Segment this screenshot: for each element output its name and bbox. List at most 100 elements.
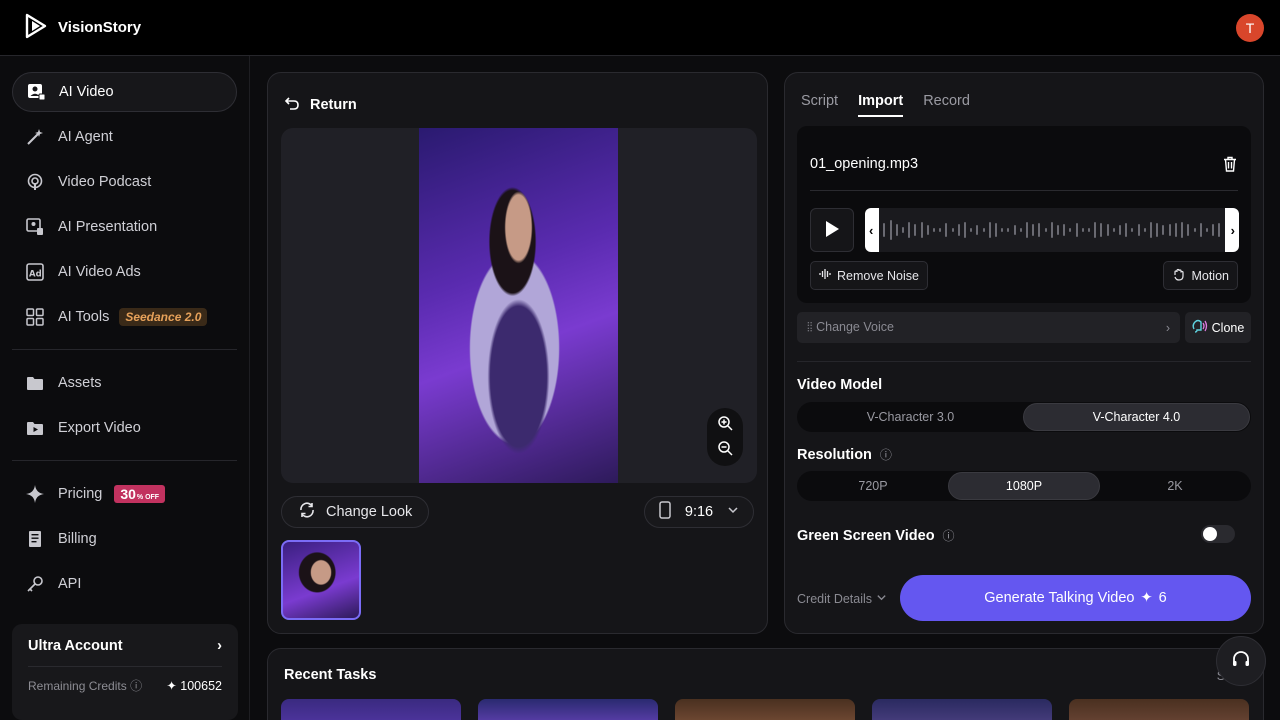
play-button[interactable] [810, 208, 854, 252]
resolution-option-2k[interactable]: 2K [1100, 472, 1250, 500]
account-divider [28, 666, 222, 667]
credit-details-button[interactable]: Credit Details [797, 592, 887, 606]
task-thumbnail[interactable] [281, 699, 461, 720]
credits-value: ✦ 100652 [166, 679, 222, 693]
section-divider [797, 361, 1251, 362]
folder-icon [26, 374, 44, 392]
ad-icon: Ad [26, 263, 44, 281]
tab-import[interactable]: Import [858, 93, 904, 117]
user-avatar[interactable]: T [1236, 14, 1264, 42]
sidebar-divider [12, 349, 237, 350]
video-preview [281, 128, 757, 483]
waveform-trimmer[interactable]: ‹ › [865, 208, 1239, 252]
sidebar: AI Video AI Agent Video Podcast AI Prese… [0, 56, 250, 720]
tab-record[interactable]: Record [923, 93, 970, 117]
recent-tasks-panel: Recent Tasks See [267, 648, 1264, 720]
sidebar-item-ai-presentation[interactable]: AI Presentation [12, 207, 237, 247]
tab-script[interactable]: Script [801, 93, 838, 117]
trash-icon[interactable] [1222, 156, 1238, 176]
presentation-icon [26, 218, 44, 236]
sidebar-item-export-video[interactable]: Export Video [12, 408, 237, 448]
aspect-ratio-select[interactable]: 9:16 [644, 496, 754, 528]
brand[interactable]: VisionStory [24, 13, 141, 43]
change-voice-select[interactable]: ⦙⦙ Change Voice › [797, 312, 1180, 343]
settings-panel: Script Import Record 01_opening.mp3 ‹ › … [784, 72, 1264, 634]
waveform [879, 208, 1225, 252]
chevron-left-icon[interactable]: ‹ [869, 223, 873, 238]
sidebar-item-pricing[interactable]: Pricing 30% OFF [12, 474, 237, 514]
info-icon: ⓘ [130, 679, 143, 693]
chevron-down-icon [876, 592, 887, 606]
generate-button[interactable]: Generate Talking Video ✦ 6 [900, 575, 1251, 621]
model-option-4[interactable]: V-Character 4.0 [1023, 403, 1250, 431]
sidebar-divider-2 [12, 460, 237, 461]
credits-label: Remaining Credits ⓘ [28, 679, 143, 693]
green-screen-label: Green Screen Video ⓘ [797, 527, 955, 544]
zoom-controls [707, 408, 743, 466]
file-divider [810, 190, 1238, 191]
chevron-right-icon[interactable]: › [1231, 223, 1235, 238]
sidebar-item-video-podcast[interactable]: Video Podcast [12, 162, 237, 202]
headset-icon [1231, 650, 1251, 673]
magic-wand-icon [26, 128, 44, 146]
green-screen-toggle[interactable] [1201, 525, 1235, 543]
sparkle-icon: ✦ [166, 679, 177, 693]
export-folder-icon [26, 419, 44, 437]
look-thumbnail[interactable] [281, 540, 361, 620]
podcast-icon [26, 173, 44, 191]
chevron-right-icon: › [217, 638, 222, 654]
preview-panel: Return Change Look 9:16 [267, 72, 768, 634]
resolution-label: Resolution ⓘ [797, 446, 892, 463]
account-title: Ultra Account [28, 638, 123, 654]
sparkle-icon [26, 485, 44, 503]
brand-name: VisionStory [58, 19, 142, 36]
play-icon [824, 220, 840, 241]
resolution-option-720p[interactable]: 720P [798, 472, 948, 500]
chevron-right-icon: › [1165, 320, 1170, 335]
seedance-badge: Seedance 2.0 [119, 308, 208, 326]
clone-voice-button[interactable]: Clone [1185, 312, 1251, 343]
grid-icon [26, 308, 44, 326]
info-icon[interactable]: ⓘ [880, 446, 892, 463]
remove-noise-button[interactable]: Remove Noise [810, 261, 928, 290]
soundwave-icon: ⦙⦙ [807, 320, 813, 334]
svg-text:Ad: Ad [29, 270, 42, 280]
sidebar-item-assets[interactable]: Assets [12, 363, 237, 403]
video-model-label: Video Model [797, 377, 883, 393]
task-thumbnail[interactable] [1069, 699, 1249, 720]
sidebar-item-ai-tools[interactable]: AI Tools Seedance 2.0 [12, 297, 237, 337]
soundwave-icon [819, 268, 831, 283]
sparkle-icon: ✦ [1140, 590, 1153, 606]
phone-icon [659, 501, 671, 523]
swap-icon [298, 501, 316, 523]
motion-button[interactable]: Motion [1163, 261, 1238, 290]
support-button[interactable] [1216, 636, 1266, 686]
audio-box: 01_opening.mp3 ‹ › Remove Noise Motion [797, 126, 1251, 303]
undo-arrow-icon [284, 95, 300, 115]
change-look-button[interactable]: Change Look [281, 496, 430, 528]
sidebar-item-api[interactable]: API [12, 564, 237, 604]
zoom-out-icon[interactable] [717, 440, 733, 459]
hand-wave-icon [1172, 268, 1185, 284]
user-video-icon [27, 83, 45, 101]
return-button[interactable]: Return [284, 95, 357, 115]
zoom-in-icon[interactable] [717, 415, 733, 434]
sidebar-item-ai-agent[interactable]: AI Agent [12, 117, 237, 157]
sidebar-item-ai-video[interactable]: AI Video [12, 72, 237, 112]
key-icon [26, 575, 44, 593]
task-thumbnail[interactable] [478, 699, 658, 720]
model-option-3[interactable]: V-Character 3.0 [798, 403, 1023, 431]
sidebar-item-billing[interactable]: Billing [12, 519, 237, 559]
account-card[interactable]: Ultra Account › Remaining Credits ⓘ ✦ 10… [12, 624, 238, 720]
task-thumbnail[interactable] [872, 699, 1052, 720]
task-thumbnail[interactable] [675, 699, 855, 720]
voice-clone-icon [1192, 319, 1208, 336]
recent-tasks-title: Recent Tasks [284, 667, 377, 683]
resolution-selector: 720P 1080P 2K [797, 471, 1251, 501]
visionstory-logo-icon [24, 13, 48, 43]
tab-bar: Script Import Record [801, 93, 970, 117]
info-icon[interactable]: ⓘ [943, 527, 955, 544]
video-model-selector: V-Character 3.0 V-Character 4.0 [797, 402, 1251, 432]
resolution-option-1080p[interactable]: 1080P [948, 472, 1100, 500]
sidebar-item-ai-video-ads[interactable]: Ad AI Video Ads [12, 252, 237, 292]
